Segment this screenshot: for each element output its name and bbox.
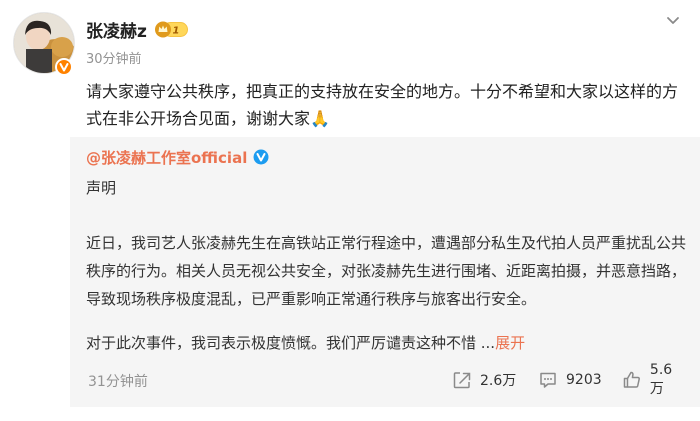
user-name[interactable]: 张凌赫z <box>86 17 147 42</box>
vip-level-number: 1 <box>172 25 179 36</box>
avatar-container[interactable] <box>13 12 75 76</box>
reposted-card[interactable]: @张凌赫工作室official 声明 近日，我司艺人张凌赫先生在高铁站正常行程途… <box>70 137 700 407</box>
repost-paragraph: 近日，我司艺人张凌赫先生在高铁站正常行程途中，遭遇部分私生及代拍人员严重扰乱公共… <box>86 234 687 308</box>
comment-button[interactable]: 9203 <box>538 369 602 391</box>
share-button[interactable]: 2.6万 <box>452 369 516 391</box>
comment-icon <box>540 372 556 388</box>
verified-v-icon <box>253 149 269 165</box>
user-name-row: 张凌赫z 1 <box>86 17 189 42</box>
crown-icon: 1 <box>154 21 188 37</box>
comment-count: 9203 <box>566 372 602 388</box>
chevron-down-icon[interactable] <box>664 11 682 29</box>
repost-author-row: @张凌赫工作室official <box>86 146 269 168</box>
verified-v-icon <box>55 58 73 76</box>
repost-time[interactable]: 31分钟前 <box>88 371 148 391</box>
like-count: 5.6万 <box>649 362 673 397</box>
repost-paragraph-text: 对于此次事件，我司表示极度愤慨。我们严厉谴责这种不惜 ... <box>86 334 496 352</box>
expand-link[interactable]: 展开 <box>495 334 525 352</box>
thumbs-up-icon <box>623 371 640 388</box>
post-text: 请大家遵守公共秩序，把真正的支持放在安全的地方。十分不希望和大家以这样的方式在非… <box>86 82 679 128</box>
repost-title: 声明 <box>86 179 117 197</box>
share-icon <box>453 372 471 389</box>
share-count: 2.6万 <box>480 373 517 389</box>
repost-author-link[interactable]: @张凌赫工作室official <box>86 147 247 168</box>
post-time[interactable]: 30分钟前 <box>86 48 142 67</box>
weibo-post: 张凌赫z 1 30分钟前 请大家遵守公共秩序，把真正的支持放在安全的地方。十分不… <box>0 0 700 421</box>
repost-footer: 31分钟前 2.6万 9203 5.6万 <box>86 362 686 397</box>
vip-level-badge[interactable]: 1 <box>154 21 189 38</box>
like-button[interactable]: 5.6万 <box>622 362 686 397</box>
repost-paragraph-truncated: 对于此次事件，我司表示极度愤慨。我们严厉谴责这种不惜 ...展开 <box>86 329 686 357</box>
